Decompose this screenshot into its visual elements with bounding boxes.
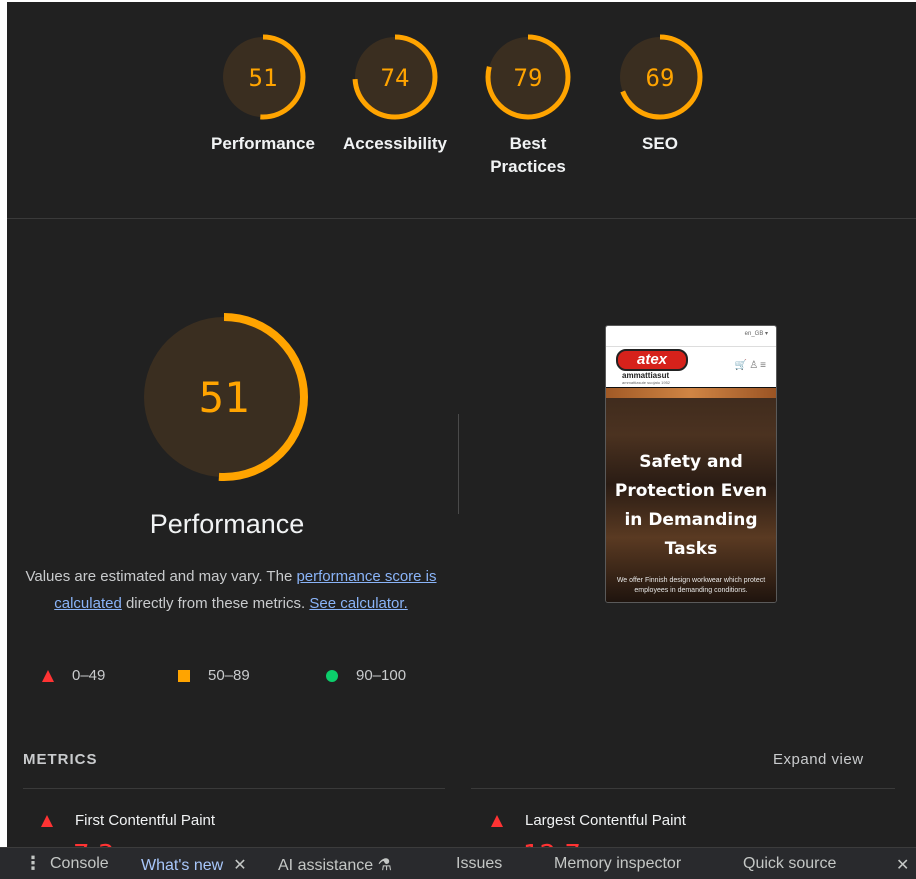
fail-triangle-icon <box>42 669 54 682</box>
tab-label: What's new <box>141 857 224 874</box>
fail-triangle-icon <box>491 814 503 827</box>
left-border <box>0 0 7 849</box>
category-gauges: 51 Performance 74 Accessibility 79 Best … <box>7 2 916 219</box>
gauge-seo[interactable]: 69 SEO <box>600 32 720 155</box>
average-square-icon <box>178 669 190 682</box>
performance-description: Values are estimated and may vary. The p… <box>23 563 439 617</box>
gauge-accessibility[interactable]: 74 Accessibility <box>335 32 455 155</box>
screenshot-hero: Safety and Protection Even in Demanding … <box>606 388 776 602</box>
performance-summary: 51 Performance Values are estimated and … <box>7 219 447 739</box>
gauge-score: 69 <box>646 64 675 92</box>
metric-lcp: Largest Contentful Paint <box>491 812 686 829</box>
description-text: Values are estimated and may vary. The <box>25 568 297 585</box>
report-content: 51 Performance 74 Accessibility 79 Best … <box>7 2 916 852</box>
tab-whats-new[interactable]: What's new ✕ <box>141 855 247 875</box>
fail-triangle-icon <box>41 814 53 827</box>
menu-icon: ≡ <box>760 360 768 371</box>
performance-title: Performance <box>149 509 305 539</box>
gauge-best-practices[interactable]: 79 Best Practices <box>468 32 588 178</box>
flask-icon: ⚗ <box>377 857 392 874</box>
legend-pass-range: 90–100 <box>356 667 407 684</box>
final-screenshot[interactable]: en_GB ▾ atex ammattiasut ammattiasute su… <box>605 325 777 603</box>
tab-memory-inspector[interactable]: Memory inspector <box>554 855 681 873</box>
metrics-heading: METRICS <box>23 751 98 768</box>
metrics-divider <box>471 788 895 789</box>
hero-subtitle: We offer Finnish design workwear which p… <box>616 577 766 594</box>
atex-logo: atex <box>616 349 688 371</box>
legend-pass: 90–100 <box>326 667 406 684</box>
performance-score: 51 <box>199 373 250 422</box>
close-drawer-icon[interactable]: ✕ <box>896 855 909 875</box>
vertical-divider <box>458 414 459 514</box>
gauge-score: 74 <box>381 64 410 92</box>
close-tab-icon[interactable]: ✕ <box>233 857 246 874</box>
legend-average-range: 50–89 <box>208 667 250 684</box>
hero-stripe <box>606 388 776 398</box>
score-legend: 0–49 50–89 90–100 <box>7 667 447 687</box>
description-text: directly from these metrics. <box>121 595 310 612</box>
legend-average: 50–89 <box>178 667 250 684</box>
more-tabs-icon[interactable]: ⋮ <box>24 853 42 874</box>
logo-tagline: ammattiasute suojatu 1952 <box>622 380 671 385</box>
gauge-label: Performance <box>211 134 315 153</box>
metrics-divider <box>23 788 445 789</box>
language-selector: en_GB ▾ <box>744 331 768 337</box>
gauge-performance[interactable]: 51 Performance <box>203 32 323 155</box>
tab-console[interactable]: Console <box>50 855 109 873</box>
tab-quick-source[interactable]: Quick source <box>743 855 836 873</box>
gauge-ring: 74 <box>352 34 438 120</box>
lighthouse-report: 51 Performance 74 Accessibility 79 Best … <box>0 0 916 879</box>
screenshot-topbar: en_GB ▾ <box>606 326 776 346</box>
header-icons: 🛒♙≡ <box>735 360 768 371</box>
logo-subtitle: ammattiasut <box>622 371 670 380</box>
devtools-drawer: ⋮ Console What's new ✕ AI assistance ⚗ Is… <box>0 847 916 879</box>
pass-circle-icon <box>326 669 338 682</box>
gauge-score: 79 <box>514 64 543 92</box>
gauge-score: 51 <box>249 64 278 92</box>
hero-title: Safety and Protection Even in Demanding … <box>614 452 768 559</box>
screenshot-header: atex ammattiasut ammattiasute suojatu 19… <box>606 346 776 387</box>
gauge-label: SEO <box>642 134 678 153</box>
metric-label: First Contentful Paint <box>75 812 216 829</box>
metric-fcp: First Contentful Paint <box>41 812 215 829</box>
gauge-label: Accessibility <box>343 134 447 153</box>
legend-fail-range: 0–49 <box>72 667 106 684</box>
cart-icon: 🛒 <box>734 360 750 371</box>
see-calculator-link[interactable]: See calculator. <box>309 595 407 612</box>
user-icon: ♙ <box>749 360 761 371</box>
performance-gauge-ring: 51 <box>140 313 308 481</box>
performance-gauge: 51 <box>134 307 314 492</box>
tab-ai-assistance[interactable]: AI assistance ⚗ <box>278 855 392 875</box>
metric-label: Largest Contentful Paint <box>525 812 686 829</box>
gauge-ring: 79 <box>485 34 571 120</box>
gauge-label: Best Practices <box>490 134 566 176</box>
gauge-ring: 51 <box>220 34 306 120</box>
gauge-ring: 69 <box>617 34 703 120</box>
tab-issues[interactable]: Issues <box>456 855 502 873</box>
expand-view-button[interactable]: Expand view <box>773 751 864 768</box>
legend-fail: 0–49 <box>42 667 105 684</box>
tab-label: AI assistance <box>278 857 374 874</box>
